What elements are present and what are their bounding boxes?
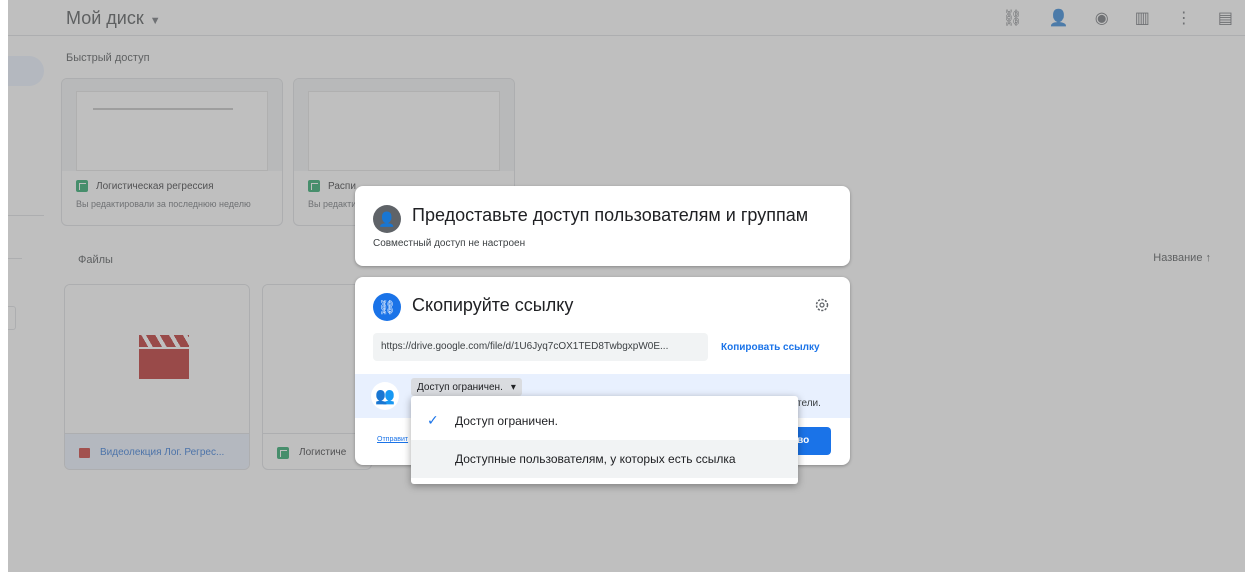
link-icon: ⛓	[373, 293, 401, 321]
share-title: Предоставьте доступ пользователям и груп…	[412, 205, 809, 225]
access-dropdown[interactable]: Доступ ограничен. ▾	[411, 378, 522, 396]
access-option-anyone-with-link[interactable]: Доступные пользователям, у которых есть …	[411, 440, 798, 478]
access-description: тели.	[797, 398, 821, 409]
share-card[interactable]: 👤 Предоставьте доступ пользователям и гр…	[355, 186, 850, 266]
share-link-field[interactable]: https://drive.google.com/file/d/1U6Jyq7c…	[373, 333, 708, 361]
copy-link-button[interactable]: Копировать ссылку	[721, 342, 820, 353]
option-label: Доступные пользователям, у которых есть …	[455, 452, 736, 466]
share-subtitle: Совместный доступ не настроен	[373, 238, 526, 249]
access-menu: ✓ Доступ ограничен. Доступные пользовате…	[411, 396, 798, 484]
access-value: Доступ ограничен.	[417, 381, 503, 393]
window-edge	[0, 0, 8, 572]
caret-down-icon: ▾	[510, 381, 516, 393]
copy-link-title: Скопируйте ссылку	[412, 295, 574, 315]
gear-icon[interactable]	[814, 297, 830, 318]
option-label: Доступ ограничен.	[455, 414, 559, 428]
add-person-icon: 👤	[373, 205, 401, 233]
people-icon: 👥	[371, 382, 399, 410]
access-option-restricted[interactable]: ✓ Доступ ограничен.	[411, 402, 798, 440]
send-feedback-link[interactable]: Отправит	[377, 436, 408, 443]
check-icon: ✓	[427, 412, 439, 428]
